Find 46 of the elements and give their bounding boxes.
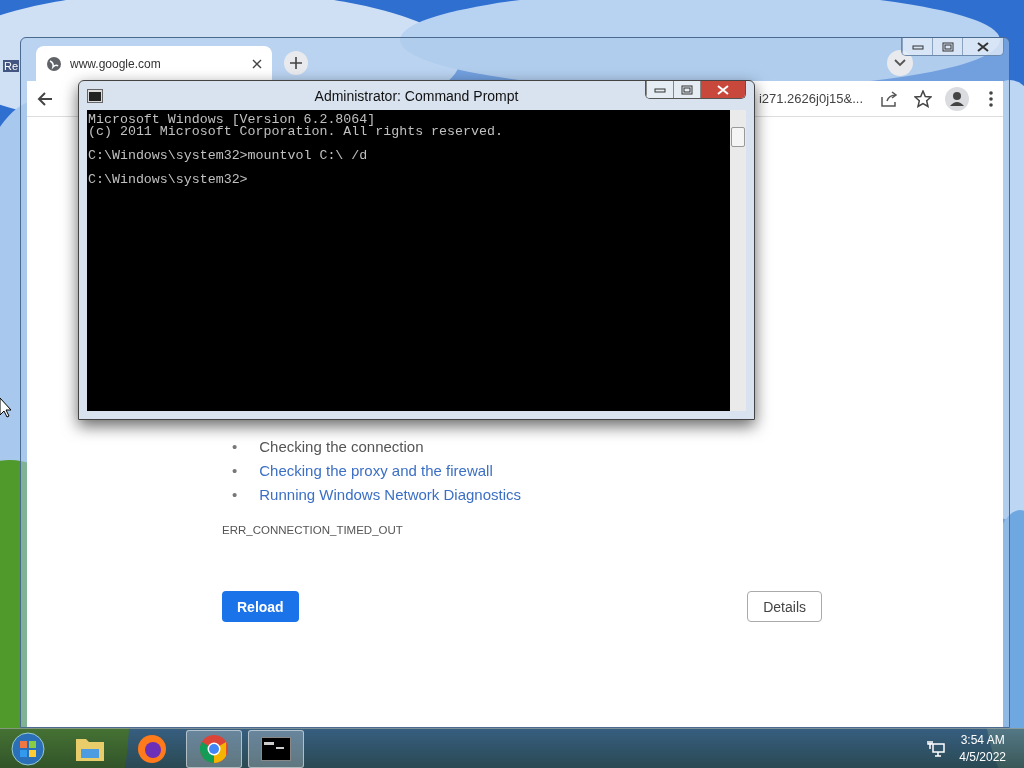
bullet: • (232, 461, 238, 481)
address-text[interactable]: i271.2626j0j15&... (758, 91, 863, 106)
start-orb-icon (11, 732, 45, 766)
chevron-icon (894, 59, 906, 67)
clock-time: 3:54 AM (959, 732, 1006, 749)
close-icon (977, 41, 989, 52)
terminal-icon (261, 737, 291, 761)
console-line: Microsoft Windows [Version 6.2.8064] (88, 114, 377, 126)
network-icon[interactable] (927, 740, 946, 758)
maximize-icon (941, 41, 954, 52)
suggestion-link[interactable]: Running Windows Network Diagnostics (259, 483, 522, 507)
cursor-icon (0, 398, 12, 418)
close-icon (717, 84, 729, 95)
close-icon[interactable] (252, 58, 262, 69)
console-app-icon (87, 88, 103, 103)
maximize-button[interactable] (932, 38, 962, 55)
chrome-icon (199, 734, 229, 764)
reload-button[interactable]: Reload (222, 591, 299, 622)
minimize-icon (911, 43, 924, 50)
minimize-icon (654, 86, 666, 93)
console-line: (c) 2011 Microsoft Corporation. All rights reserved. (88, 126, 504, 138)
console-line: C:\Windows\system32>mountvol C:\ /d (88, 150, 369, 162)
profile-icon[interactable] (945, 86, 969, 111)
bullet: • (232, 437, 238, 457)
window-title: Administrator: Command Prompt (314, 87, 519, 104)
details-button[interactable]: Details (747, 591, 822, 622)
back-icon[interactable] (37, 90, 53, 107)
suggestion-text: Checking the connection (259, 437, 424, 457)
suggestion-link[interactable]: Checking the proxy and the firewall (259, 459, 493, 483)
maximize-icon (681, 84, 693, 95)
taskbar-button[interactable] (248, 730, 304, 768)
browser-tab[interactable]: www.google.com (36, 46, 272, 81)
console-line: C:\Windows\system32> (88, 174, 249, 186)
minimize-button[interactable] (902, 38, 932, 55)
close-button[interactable] (962, 38, 1003, 55)
bullet: • (232, 485, 238, 505)
plus-icon (289, 56, 303, 70)
scrollbar[interactable] (730, 110, 746, 411)
clock-date: 4/5/2022 (959, 749, 1006, 766)
desktop-icon-label[interactable]: Re (3, 60, 20, 72)
error-code: ERR_CONNECTION_TIMED_OUT (222, 524, 404, 536)
globe-icon (46, 55, 62, 72)
close-button[interactable] (700, 81, 745, 98)
fox-globe-icon (137, 734, 167, 764)
minimize-button[interactable] (646, 81, 673, 98)
maximize-button[interactable] (673, 81, 700, 98)
